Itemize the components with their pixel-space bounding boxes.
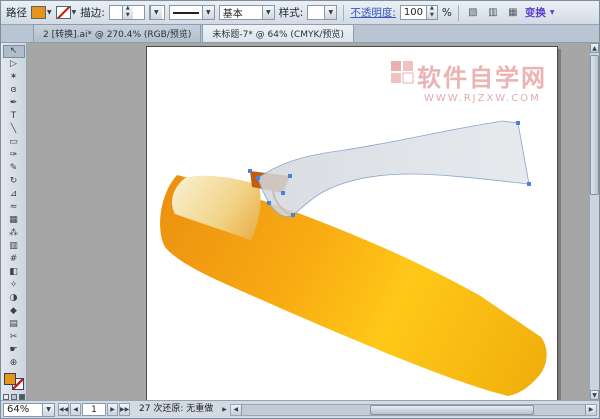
spinner-icon[interactable]: ▲▼: [122, 6, 133, 19]
watermark-title: 软件自学网: [417, 64, 547, 92]
recolor-artwork-icon[interactable]: ▧: [465, 5, 481, 21]
gradient-tool[interactable]: ◧: [3, 266, 25, 279]
fill-color-icon: [31, 6, 46, 19]
tab-document-2[interactable]: 未标题-7* @ 64% (CMYK/预览): [202, 24, 354, 42]
scroll-left-arrow-icon[interactable]: ◀: [231, 405, 242, 415]
type-tool[interactable]: T: [3, 110, 25, 123]
page-number-input[interactable]: 1: [82, 403, 106, 416]
live-paint-bucket-tool[interactable]: ◆: [3, 305, 25, 318]
status-menu-arrow-icon[interactable]: ▶: [222, 406, 227, 413]
status-text: 27 次还原: 无重做: [133, 403, 219, 416]
watermark-logo-tile: [391, 61, 401, 71]
fill-stroke-indicator: [4, 373, 24, 390]
chevron-down-icon: ▼: [262, 6, 274, 19]
opacity-link[interactable]: 不透明度:: [350, 5, 396, 20]
first-page-button[interactable]: ◀◀: [58, 403, 69, 416]
watermark-url: WWW.RJZXW.COM: [424, 93, 541, 104]
brush-definition-value: 基本: [220, 5, 246, 20]
opacity-value: 100: [401, 7, 426, 18]
rectangle-tool[interactable]: ▭: [3, 136, 25, 149]
pen-tool[interactable]: ✒: [3, 97, 25, 110]
zoom-level-value: 64%: [4, 404, 32, 415]
line-segment-tool[interactable]: ╲: [3, 123, 25, 136]
chevron-down-icon: ▼: [324, 6, 336, 19]
watermark-logo-tile: [403, 73, 413, 83]
lasso-tool[interactable]: ɞ: [3, 84, 25, 97]
horizontal-scrollbar[interactable]: ◀ ▶: [230, 404, 597, 416]
previous-page-button[interactable]: ◀: [70, 403, 81, 416]
eyedropper-tool[interactable]: ✧: [3, 279, 25, 292]
chevron-down-icon: ▼: [47, 9, 52, 16]
vertical-scroll-thumb[interactable]: [590, 55, 599, 195]
free-transform-tool[interactable]: ▦: [3, 214, 25, 227]
mesh-tool[interactable]: #: [3, 253, 25, 266]
brush-definition-dropdown[interactable]: 基本 ▼: [219, 5, 275, 20]
live-paint-selection-tool[interactable]: ▤: [3, 318, 25, 331]
direct-selection-tool[interactable]: ▷: [3, 58, 25, 71]
rotate-tool[interactable]: ↻: [3, 175, 25, 188]
chevron-down-icon: ▼: [550, 9, 555, 16]
paintbrush-tool[interactable]: ✑: [3, 149, 25, 162]
separator: [458, 5, 459, 21]
stroke-weight-label: 描边:: [80, 5, 105, 20]
vertical-scrollbar[interactable]: ▲ ▼: [589, 43, 599, 400]
chevron-down-icon: ▼: [72, 9, 77, 16]
selection-type-label: 路径: [6, 5, 27, 20]
illustrator-window: 路径 ▼ ▼ 描边: ▲▼ ▼ ▼ 基本 ▼ 样式: ▼: [0, 0, 600, 419]
stroke-profile-icon: [173, 12, 199, 14]
scroll-up-arrow-icon[interactable]: ▲: [590, 43, 599, 53]
separator: [343, 5, 344, 21]
watermark-logo-tile: [391, 73, 401, 83]
stroke-color-swatch[interactable]: ▼: [56, 6, 77, 19]
horizontal-scroll-thumb[interactable]: [370, 405, 534, 415]
hand-tool[interactable]: ☛: [3, 344, 25, 357]
align-objects-icon[interactable]: ▥: [485, 5, 501, 21]
spinner-icon[interactable]: ▲▼: [426, 6, 437, 19]
opacity-input[interactable]: 100 ▲▼: [400, 5, 438, 20]
artboard[interactable]: 软件自学网 WWW.RJZXW.COM: [146, 46, 558, 400]
magic-wand-tool[interactable]: ✶: [3, 71, 25, 84]
blend-tool[interactable]: ◑: [3, 292, 25, 305]
stroke-none-icon: [56, 6, 71, 19]
transform-link[interactable]: 变换: [525, 5, 546, 20]
percent-label: %: [442, 7, 452, 19]
main-area: ↖ ▷ ✶ ɞ ✒ T ╲ ▭ ✑ ✎ ↻ ⊿ ≈ ▦ ⁂ ▥ # ◧ ✧ ◑ …: [1, 43, 599, 400]
style-dropdown[interactable]: ▼: [307, 5, 337, 20]
artwork-svg: 软件自学网 WWW.RJZXW.COM: [147, 47, 559, 400]
pencil-tool[interactable]: ✎: [3, 162, 25, 175]
artboard-navigation: ◀◀ ◀ 1 ▶ ▶▶: [58, 403, 130, 416]
tab-document-1[interactable]: 2 [转换].ai* @ 270.4% (RGB/预览): [33, 24, 201, 42]
symbol-sprayer-tool[interactable]: ⁂: [3, 227, 25, 240]
tools-panel: ↖ ▷ ✶ ɞ ✒ T ╲ ▭ ✑ ✎ ↻ ⊿ ≈ ▦ ⁂ ▥ # ◧ ✧ ◑ …: [1, 43, 27, 400]
fill-color-swatch[interactable]: ▼: [31, 6, 52, 19]
chevron-down-icon: ▼: [202, 6, 214, 19]
flag-shape[interactable]: [258, 121, 529, 217]
graph-tool[interactable]: ▥: [3, 240, 25, 253]
scroll-right-arrow-icon[interactable]: ▶: [585, 405, 596, 415]
stroke-weight-input[interactable]: ▲▼: [109, 5, 145, 20]
next-page-button[interactable]: ▶: [107, 403, 118, 416]
chevron-down-icon: ▼: [42, 404, 54, 416]
canvas-area[interactable]: 软件自学网 WWW.RJZXW.COM ▲ ▼: [27, 43, 599, 400]
document-tab-bar: 2 [转换].ai* @ 270.4% (RGB/预览) 未标题-7* @ 64…: [1, 25, 599, 43]
selection-tool[interactable]: ↖: [3, 45, 25, 58]
scissors-tool[interactable]: ✂: [3, 331, 25, 344]
zoom-tool[interactable]: ⊕: [3, 357, 25, 370]
last-page-button[interactable]: ▶▶: [119, 403, 130, 416]
zoom-level-select[interactable]: 64% ▼: [3, 403, 55, 417]
style-label: 样式:: [279, 5, 304, 20]
width-profile-dropdown[interactable]: ▼: [169, 5, 215, 20]
watermark: 软件自学网 WWW.RJZXW.COM: [391, 61, 547, 104]
warp-tool[interactable]: ≈: [3, 201, 25, 214]
fill-color-indicator[interactable]: [4, 373, 16, 385]
status-bar: 64% ▼ ◀◀ ◀ 1 ▶ ▶▶ 27 次还原: 无重做 ▶ ◀ ▶: [1, 400, 599, 418]
control-bar: 路径 ▼ ▼ 描边: ▲▼ ▼ ▼ 基本 ▼ 样式: ▼: [1, 1, 599, 25]
document-grid-icon[interactable]: ▦: [505, 5, 521, 21]
scale-tool[interactable]: ⊿: [3, 188, 25, 201]
watermark-logo-tile: [403, 61, 413, 71]
chevron-down-icon: ▼: [150, 6, 162, 19]
stroke-options-dropdown[interactable]: ▼: [149, 5, 165, 20]
scroll-down-arrow-icon[interactable]: ▼: [590, 390, 599, 400]
